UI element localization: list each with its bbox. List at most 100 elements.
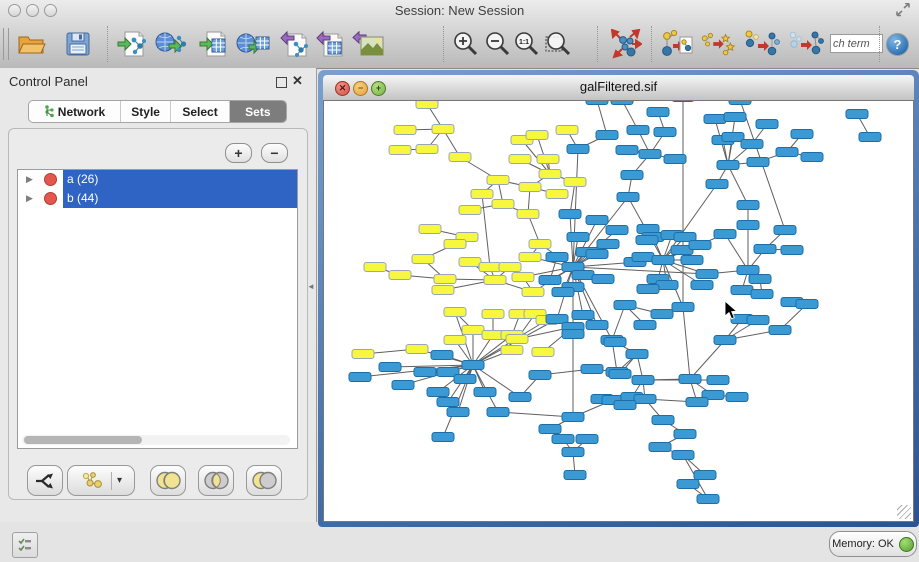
graph-node[interactable] <box>686 398 708 407</box>
graph-node[interactable] <box>694 471 716 480</box>
graph-node[interactable] <box>482 310 504 319</box>
graph-node[interactable] <box>696 270 718 279</box>
graph-node[interactable] <box>517 210 539 219</box>
graph-node[interactable] <box>581 365 603 374</box>
union-button[interactable] <box>150 465 186 496</box>
graph-node[interactable] <box>791 130 813 139</box>
graph-node[interactable] <box>664 155 686 164</box>
expander-icon[interactable]: ▶ <box>26 174 38 185</box>
horizontal-scrollbar[interactable] <box>22 435 290 445</box>
graph-node[interactable] <box>431 351 453 360</box>
graph-node[interactable] <box>677 480 699 489</box>
graph-node[interactable] <box>636 236 658 245</box>
graph-node[interactable] <box>737 221 759 230</box>
graph-edge[interactable] <box>458 365 473 412</box>
hide-selected-button[interactable] <box>788 24 824 64</box>
set-label[interactable]: b (44) <box>63 189 297 208</box>
network-frame[interactable]: ✕ − + galFiltered.sif <box>318 70 919 527</box>
graph-node[interactable] <box>801 153 823 162</box>
zoom-selected-button[interactable] <box>540 24 576 64</box>
task-history-button[interactable] <box>12 532 38 558</box>
graph-node[interactable] <box>389 271 411 280</box>
graph-node[interactable] <box>697 495 719 504</box>
graph-node[interactable] <box>562 330 584 339</box>
import-table-url-button[interactable] <box>235 24 271 64</box>
graph-node[interactable] <box>546 253 568 262</box>
graph-node[interactable] <box>459 206 481 215</box>
import-network-file-button[interactable] <box>114 24 150 64</box>
graph-node[interactable] <box>674 430 696 439</box>
graph-node[interactable] <box>724 113 746 122</box>
graph-node[interactable] <box>432 286 454 295</box>
graph-node[interactable] <box>649 443 671 452</box>
graph-node[interactable] <box>416 101 438 109</box>
select-from-file-button[interactable] <box>659 24 695 64</box>
graph-node[interactable] <box>626 350 648 359</box>
graph-node[interactable] <box>492 200 514 209</box>
new-network-from-selection-button[interactable] <box>744 24 780 64</box>
network-canvas[interactable] <box>323 100 914 522</box>
graph-node[interactable] <box>444 336 466 345</box>
graph-node[interactable] <box>621 171 643 180</box>
graph-node[interactable] <box>444 308 466 317</box>
toolbar-drag-handle[interactable] <box>3 28 9 60</box>
graph-node[interactable] <box>512 273 534 282</box>
graph-node[interactable] <box>616 146 638 155</box>
graph-node[interactable] <box>597 240 619 249</box>
graph-node[interactable] <box>586 101 608 105</box>
graph-node[interactable] <box>731 286 753 295</box>
graph-node[interactable] <box>506 335 528 344</box>
tab-sets[interactable]: Sets <box>230 101 286 122</box>
graph-node[interactable] <box>419 225 441 234</box>
graph-node[interactable] <box>704 115 726 124</box>
graph-node[interactable] <box>572 311 594 320</box>
graph-node[interactable] <box>592 275 614 284</box>
float-panel-icon[interactable] <box>276 77 287 88</box>
graph-node[interactable] <box>747 158 769 167</box>
apply-layout-button[interactable] <box>608 24 644 64</box>
graph-node[interactable] <box>539 170 561 179</box>
graph-node[interactable] <box>706 180 728 189</box>
graph-node[interactable] <box>586 216 608 225</box>
import-network-url-button[interactable] <box>154 24 190 64</box>
export-table-button[interactable] <box>313 24 349 64</box>
graph-node[interactable] <box>352 350 374 359</box>
set-row[interactable]: ▶b (44) <box>18 189 297 208</box>
graph-node[interactable] <box>546 190 568 199</box>
graph-node[interactable] <box>634 321 656 330</box>
graph-node[interactable] <box>679 375 701 384</box>
graph-node[interactable] <box>526 131 548 140</box>
open-session-button[interactable] <box>14 24 50 64</box>
graph-node[interactable] <box>717 161 739 170</box>
graph-node[interactable] <box>572 271 594 280</box>
graph-node[interactable] <box>781 246 803 255</box>
graph-node[interactable] <box>392 381 414 390</box>
graph-node[interactable] <box>449 153 471 162</box>
graph-node[interactable] <box>586 321 608 330</box>
graph-node[interactable] <box>499 263 521 272</box>
graph-node[interactable] <box>567 233 589 242</box>
graph-node[interactable] <box>519 183 541 192</box>
graph-node[interactable] <box>741 140 763 149</box>
graph-node[interactable] <box>447 408 469 417</box>
graph-node[interactable] <box>647 108 669 117</box>
graph-node[interactable] <box>729 101 751 105</box>
graph-node[interactable] <box>552 288 574 297</box>
graph-node[interactable] <box>652 256 674 265</box>
graph-edge[interactable] <box>683 307 690 379</box>
graph-node[interactable] <box>349 373 371 382</box>
graph-node[interactable] <box>509 393 531 402</box>
intersection-button[interactable] <box>198 465 234 496</box>
graph-node[interactable] <box>749 275 771 284</box>
graph-edge[interactable] <box>690 340 725 379</box>
graph-node[interactable] <box>774 226 796 235</box>
graph-node[interactable] <box>364 263 386 272</box>
create-set-from-network-button[interactable]: ▾ <box>67 465 135 496</box>
graph-node[interactable] <box>427 388 449 397</box>
dropdown-arrow-icon[interactable]: ▾ <box>117 475 122 486</box>
graph-node[interactable] <box>614 301 636 310</box>
graph-node[interactable] <box>539 276 561 285</box>
graph-node[interactable] <box>596 131 618 140</box>
graph-node[interactable] <box>462 361 484 370</box>
graph-node[interactable] <box>726 393 748 402</box>
